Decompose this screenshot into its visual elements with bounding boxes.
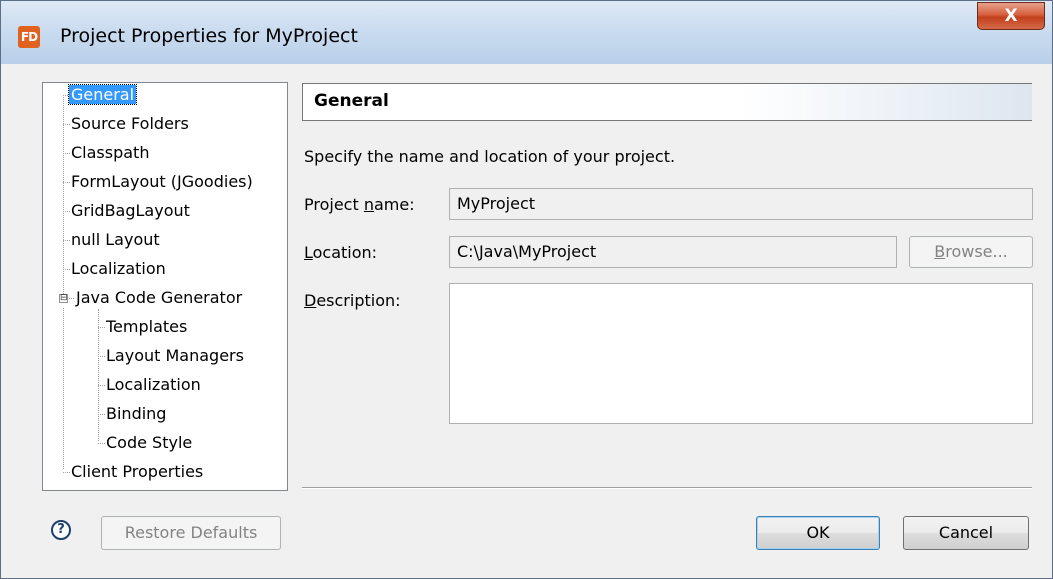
tree-item-label: Client Properties [71,462,204,481]
tree-item-label: GridBagLayout [71,201,190,220]
tree-item-label: Binding [106,404,167,423]
footer-separator [302,487,1032,489]
mnemonic: B [934,242,946,261]
project-name-field[interactable]: MyProject [449,188,1033,220]
tree-item-label: FormLayout (JGoodies) [71,172,253,191]
tree-item-binding[interactable]: Binding [104,402,168,426]
mnemonic: D [304,291,317,310]
project-properties-dialog: FD Project Properties for MyProject X Ge… [0,0,1053,579]
tree-item-label: Source Folders [71,114,189,133]
tree-connector [98,309,99,441]
button-label: rowse... [945,242,1008,261]
label-part: ocation: [312,243,378,262]
tree-item-label: Layout Managers [106,346,244,365]
dialog-content: General Source Folders Classpath FormLay… [8,64,1046,571]
description-textarea[interactable] [449,283,1033,424]
location-label: Location: [304,243,377,262]
page-description: Specify the name and location of your pr… [304,147,676,166]
tree-item-label: null Layout [71,230,160,249]
description-label: Description: [304,291,401,310]
tree-item-localization[interactable]: Localization [69,257,168,281]
tree-item-label: Localization [106,375,201,394]
label-part: escription: [316,291,401,310]
tree-item-formlayout[interactable]: FormLayout (JGoodies) [69,170,255,194]
tree-item-label: Java Code Generator [76,288,243,307]
close-button[interactable]: X [977,2,1045,30]
tree-item-client-properties[interactable]: Client Properties [69,460,205,484]
cancel-button[interactable]: Cancel [903,516,1029,550]
tree-item-layout-managers[interactable]: Layout Managers [104,344,246,368]
label-part: ame: [373,195,415,214]
tree-item-java-code-generator[interactable]: Java Code Generator [74,286,244,310]
mnemonic: n [363,195,374,214]
page-header: General [302,83,1032,121]
tree-connector [63,308,64,469]
page-title: General [314,91,389,111]
help-icon[interactable]: ? [51,520,71,540]
mnemonic: L [304,243,313,262]
tree-item-label: Templates [106,317,188,336]
tree-item-label: General [67,84,138,105]
tree-item-gridbaglayout[interactable]: GridBagLayout [69,199,192,223]
tree-item-source-folders[interactable]: Source Folders [69,112,191,136]
tree-item-classpath[interactable]: Classpath [69,141,151,165]
browse-button[interactable]: Browse... [909,236,1033,268]
settings-tree[interactable]: General Source Folders Classpath FormLay… [42,82,288,491]
tree-item-label: Classpath [71,143,150,162]
window-title: Project Properties for MyProject [60,25,358,47]
tree-item-general[interactable]: General [67,83,138,107]
tree-item-label: Code Style [106,433,193,452]
ok-button[interactable]: OK [756,516,880,550]
title-bar[interactable]: FD Project Properties for MyProject X [1,1,1052,64]
collapse-toggle-icon[interactable]: ⊟ [59,294,68,303]
label-part: Project [304,195,364,214]
location-field[interactable]: C:\Java\MyProject [449,236,897,268]
project-name-label: Project name: [304,195,415,214]
tree-item-null-layout[interactable]: null Layout [69,228,162,252]
restore-defaults-button[interactable]: Restore Defaults [101,516,281,550]
app-logo-icon: FD [18,26,40,48]
tree-item-code-localization[interactable]: Localization [104,373,203,397]
tree-item-templates[interactable]: Templates [104,315,189,339]
tree-item-code-style[interactable]: Code Style [104,431,194,455]
tree-item-label: Localization [71,259,166,278]
